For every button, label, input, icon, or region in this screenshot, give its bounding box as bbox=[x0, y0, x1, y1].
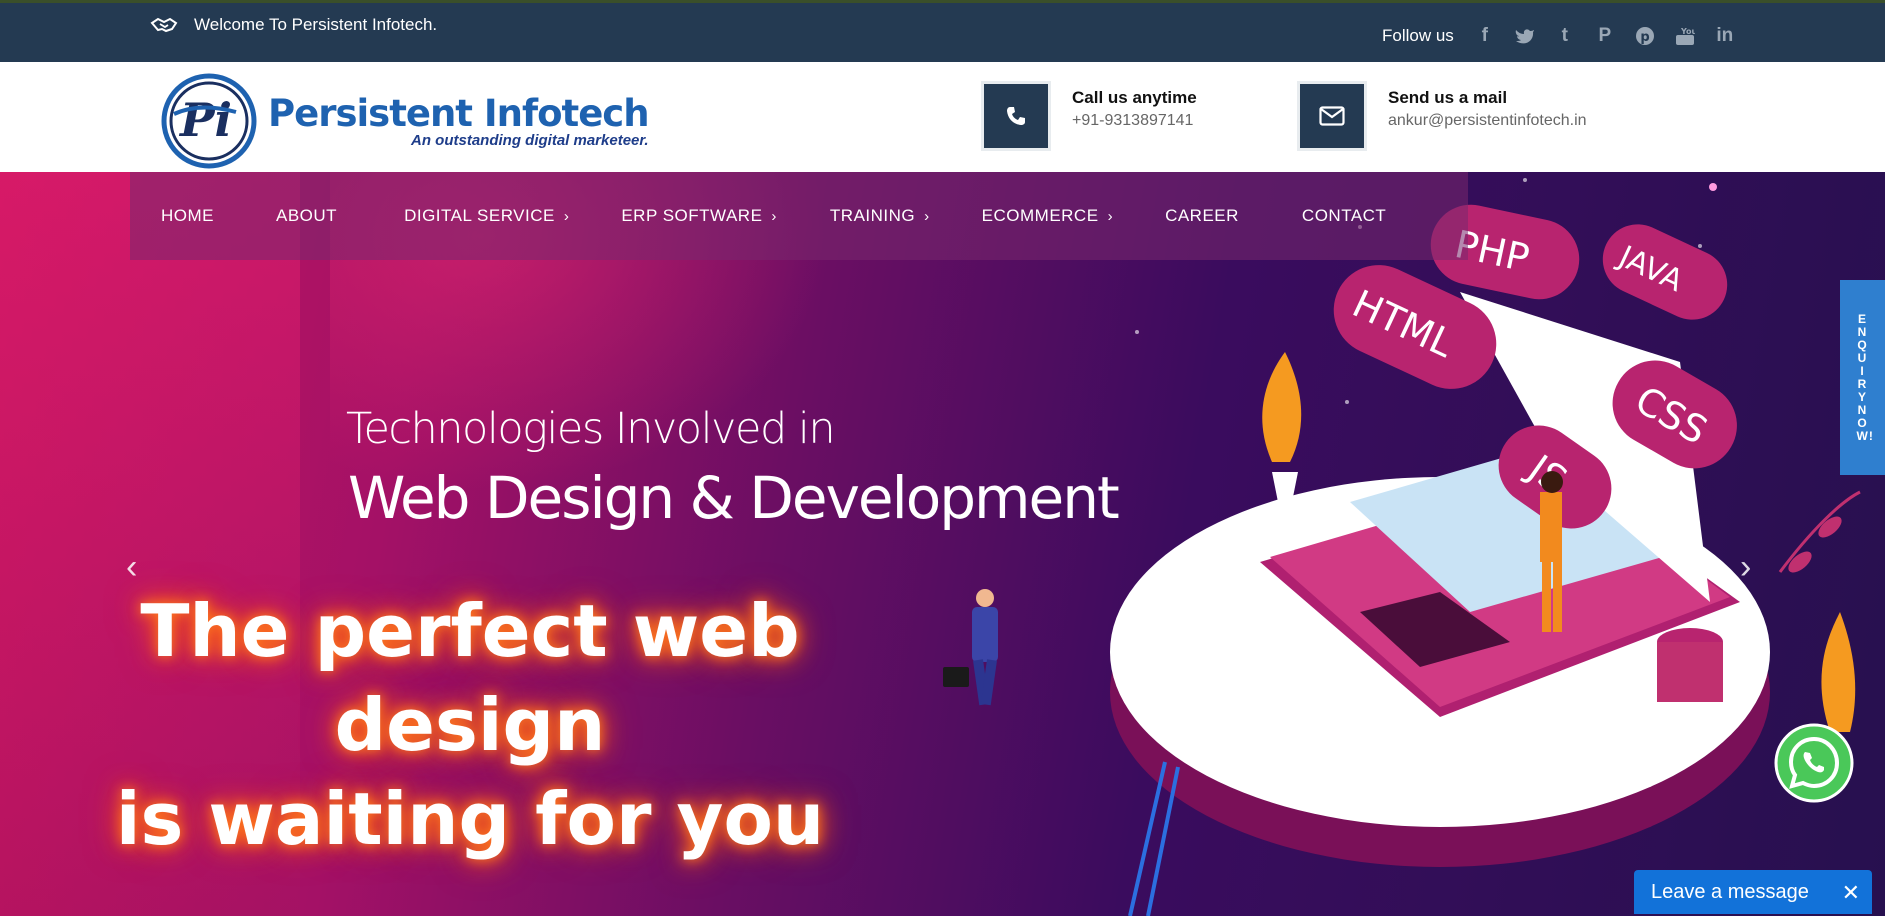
welcome-text: Welcome To Persistent Infotech. bbox=[194, 15, 438, 34]
logo[interactable]: Pi Persistent Infotech An outstanding di… bbox=[160, 72, 650, 170]
top-bar: Welcome To Persistent Infotech. Follow u… bbox=[0, 0, 1885, 62]
close-icon[interactable]: ✕ bbox=[1842, 880, 1860, 906]
call-title: Call us anytime bbox=[1072, 88, 1197, 107]
pinterest-circle-icon[interactable]: p bbox=[1634, 25, 1656, 47]
mail-contact[interactable]: Send us a mail ankur@persistentinfotech.… bbox=[1300, 84, 1587, 148]
whatsapp-icon[interactable] bbox=[1774, 723, 1854, 803]
chevron-right-icon: › bbox=[563, 207, 570, 225]
call-contact[interactable]: Call us anytime +91-9313897141 bbox=[984, 84, 1197, 148]
enquiry-label: ENQUIRY NOW! bbox=[1856, 311, 1874, 443]
enquiry-now-tab[interactable]: ENQUIRY NOW! bbox=[1840, 280, 1885, 475]
leave-message-chat[interactable]: Leave a message ✕ bbox=[1634, 870, 1872, 914]
hero-subtitle-line2: Web Design & Development bbox=[348, 464, 1120, 532]
logo-mark-icon: Pi bbox=[161, 73, 257, 169]
logo-name: Persistent Infotech bbox=[268, 91, 650, 135]
nav-digital-service[interactable]: DIGITAL SERVICE › bbox=[404, 206, 569, 226]
chevron-right-icon: › bbox=[1107, 207, 1114, 225]
main-nav: HOME ABOUT DIGITAL SERVICE › ERP SOFTWARE… bbox=[130, 172, 1468, 260]
social-links: Follow us f t P p You in bbox=[1382, 25, 1736, 47]
svg-text:p: p bbox=[1640, 30, 1649, 45]
chevron-right-icon: › bbox=[771, 207, 777, 225]
nav-erp-software[interactable]: ERP SOFTWARE › bbox=[621, 206, 777, 226]
facebook-icon[interactable]: f bbox=[1474, 25, 1496, 47]
mail-value[interactable]: ankur@persistentinfotech.in bbox=[1388, 112, 1587, 130]
youtube-icon[interactable]: You bbox=[1674, 25, 1696, 47]
hero-subtitle-line1: Technologies Involved in bbox=[346, 404, 836, 454]
nav-about[interactable]: ABOUT bbox=[276, 206, 337, 226]
hero-headline-line2: is waiting for you bbox=[115, 777, 825, 861]
chat-label: Leave a message bbox=[1651, 880, 1809, 903]
svg-text:You: You bbox=[1680, 27, 1695, 36]
nav-training[interactable]: TRAINING › bbox=[830, 206, 930, 226]
envelope-icon bbox=[1300, 84, 1364, 148]
nav-home[interactable]: HOME bbox=[161, 206, 214, 226]
hero-headline: The perfect web design is waiting for yo… bbox=[30, 584, 910, 866]
call-value[interactable]: +91-9313897141 bbox=[1072, 112, 1197, 130]
tumblr-icon[interactable]: t bbox=[1554, 25, 1576, 47]
mail-title: Send us a mail bbox=[1388, 88, 1508, 107]
handshake-icon bbox=[150, 17, 178, 33]
hero-headline-line1: The perfect web design bbox=[140, 589, 800, 767]
slider-next-icon[interactable]: › bbox=[1740, 548, 1751, 587]
pinterest-icon[interactable]: P bbox=[1594, 25, 1616, 47]
welcome-message: Welcome To Persistent Infotech. bbox=[150, 15, 437, 35]
linkedin-icon[interactable]: in bbox=[1714, 25, 1736, 47]
nav-contact[interactable]: CONTACT bbox=[1302, 206, 1386, 226]
svg-text:Pi: Pi bbox=[178, 93, 232, 147]
follow-label: Follow us bbox=[1382, 26, 1454, 45]
nav-ecommerce[interactable]: ECOMMERCE › bbox=[982, 206, 1113, 226]
twitter-icon[interactable] bbox=[1514, 25, 1536, 47]
site-header: Pi Persistent Infotech An outstanding di… bbox=[0, 62, 1885, 172]
slider-prev-icon[interactable]: ‹ bbox=[126, 548, 137, 587]
phone-icon bbox=[984, 84, 1048, 148]
chevron-right-icon: › bbox=[924, 207, 930, 225]
hero-slider: HTML PHP JAVA CSS JS bbox=[0, 172, 1885, 916]
nav-career[interactable]: CAREER bbox=[1165, 206, 1239, 226]
